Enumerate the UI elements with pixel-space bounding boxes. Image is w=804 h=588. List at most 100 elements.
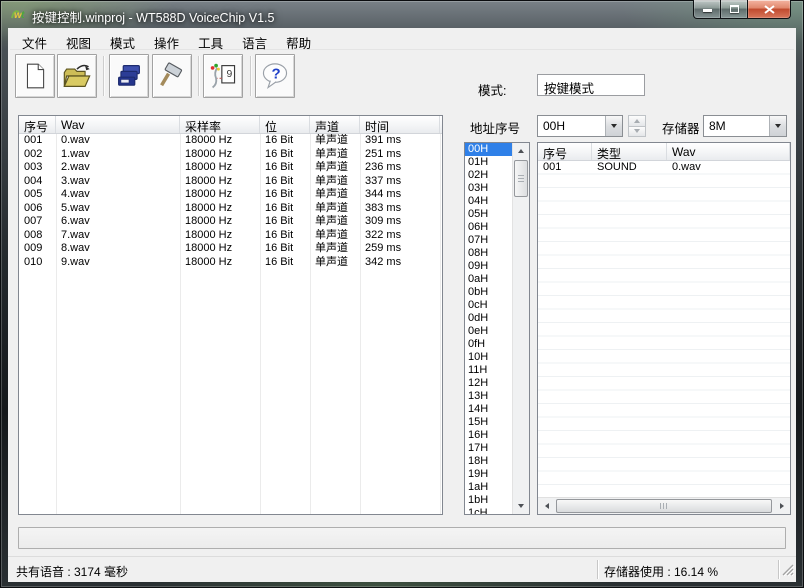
address-item[interactable]: 18H xyxy=(465,455,512,468)
address-item[interactable]: 12H xyxy=(465,377,512,390)
menu-item[interactable]: 视图 xyxy=(59,30,98,50)
wav-row[interactable]: 007 6.wav 18000 Hz 16 Bit 单声道 309 ms xyxy=(19,215,442,229)
column-header[interactable]: 序号 xyxy=(538,143,592,160)
address-item[interactable]: 1bH xyxy=(465,494,512,507)
build-button[interactable] xyxy=(152,54,192,98)
chevron-down-icon[interactable] xyxy=(769,116,786,136)
address-item[interactable]: 02H xyxy=(465,169,512,182)
wav-row[interactable]: 005 4.wav 18000 Hz 16 Bit 单声道 344 ms xyxy=(19,188,442,202)
status-bar: 共有语音 : 3174 毫秒 存储器使用 : 16.14 % xyxy=(8,556,796,582)
address-item[interactable]: 0cH xyxy=(465,299,512,312)
address-item[interactable]: 01H xyxy=(465,156,512,169)
address-item[interactable]: 17H xyxy=(465,442,512,455)
spin-up-icon xyxy=(634,119,640,123)
address-item[interactable]: 06H xyxy=(465,221,512,234)
svg-text:9: 9 xyxy=(226,69,232,80)
voice-table-hscrollbar[interactable] xyxy=(538,497,790,514)
resize-grip-icon xyxy=(781,563,794,576)
address-item[interactable]: 11H xyxy=(465,364,512,377)
address-item[interactable]: 15H xyxy=(465,416,512,429)
address-item[interactable]: 08H xyxy=(465,247,512,260)
scrollbar-thumb[interactable] xyxy=(514,160,528,197)
address-item[interactable]: 1aH xyxy=(465,481,512,494)
address-item[interactable]: 16H xyxy=(465,429,512,442)
address-item[interactable]: 14H xyxy=(465,403,512,416)
maximize-button[interactable] xyxy=(720,0,748,19)
scroll-right-button[interactable] xyxy=(773,498,790,514)
address-item[interactable]: 1cH xyxy=(465,507,512,514)
menu-item[interactable]: 语言 xyxy=(235,30,274,50)
scroll-down-button[interactable] xyxy=(513,498,529,514)
column-header[interactable]: 类型 xyxy=(592,143,667,160)
address-item[interactable]: 07H xyxy=(465,234,512,247)
menu-item[interactable]: 工具 xyxy=(191,30,230,50)
download-chip-button[interactable]: 9 xyxy=(203,54,243,98)
address-list: 00H01H02H03H04H05H06H07H08H09H0aH0bH0cH0… xyxy=(465,143,512,514)
wav-row[interactable]: 008 7.wav 18000 Hz 16 Bit 单声道 322 ms xyxy=(19,229,442,243)
address-scrollbar[interactable] xyxy=(512,143,529,514)
address-item[interactable]: 00H xyxy=(465,143,512,156)
wav-row[interactable]: 006 5.wav 18000 Hz 16 Bit 单声道 383 ms xyxy=(19,202,442,216)
wav-row[interactable]: 002 1.wav 18000 Hz 16 Bit 单声道 251 ms xyxy=(19,148,442,162)
address-item[interactable]: 05H xyxy=(465,208,512,221)
column-header[interactable]: 采样率 xyxy=(180,116,260,133)
memory-combobox[interactable]: 8M xyxy=(703,115,787,137)
address-item[interactable]: 0bH xyxy=(465,286,512,299)
scroll-up-button[interactable] xyxy=(513,143,529,159)
open-project-button[interactable] xyxy=(57,54,97,98)
address-item[interactable]: 0dH xyxy=(465,312,512,325)
spin-down-button[interactable] xyxy=(628,127,646,138)
address-item[interactable]: 0fH xyxy=(465,338,512,351)
cell-wav: 3.wav xyxy=(56,175,180,189)
address-item[interactable]: 19H xyxy=(465,468,512,481)
address-item[interactable]: 10H xyxy=(465,351,512,364)
address-item[interactable]: 13H xyxy=(465,390,512,403)
scroll-left-icon xyxy=(545,503,549,509)
address-item[interactable]: 0eH xyxy=(465,325,512,338)
cell-channel: 单声道 xyxy=(310,188,360,202)
wav-row[interactable]: 009 8.wav 18000 Hz 16 Bit 单声道 259 ms xyxy=(19,242,442,256)
cell-index: 007 xyxy=(19,215,56,229)
column-header[interactable]: Wav xyxy=(56,116,180,133)
svg-text:t: t xyxy=(21,10,25,21)
mode-value: 按键模式 xyxy=(544,82,594,96)
cell-duration: 391 ms xyxy=(360,134,440,148)
scroll-left-button[interactable] xyxy=(538,498,555,514)
toolbar-separator xyxy=(198,56,200,96)
minimize-button[interactable] xyxy=(693,0,721,19)
progress-strip xyxy=(18,527,786,549)
hscrollbar-thumb[interactable] xyxy=(556,499,772,513)
close-button[interactable] xyxy=(747,0,791,19)
column-header[interactable]: 位 xyxy=(260,116,310,133)
help-button[interactable]: ? xyxy=(255,54,295,98)
address-item[interactable]: 0aH xyxy=(465,273,512,286)
chip-list-button[interactable] xyxy=(109,54,149,98)
wav-row[interactable]: 010 9.wav 18000 Hz 16 Bit 单声道 342 ms xyxy=(19,256,442,270)
cell-index: 009 xyxy=(19,242,56,256)
column-header[interactable]: 时间 xyxy=(360,116,440,133)
column-header[interactable]: 声道 xyxy=(310,116,360,133)
wav-row[interactable]: 003 2.wav 18000 Hz 16 Bit 单声道 236 ms xyxy=(19,161,442,175)
new-file-button[interactable] xyxy=(15,54,55,98)
chevron-down-icon[interactable] xyxy=(605,116,622,136)
scroll-right-icon xyxy=(780,503,784,509)
cell-index: 005 xyxy=(19,188,56,202)
menu-item[interactable]: 文件 xyxy=(15,30,54,50)
spin-up-button[interactable] xyxy=(628,115,646,127)
title-bar[interactable]: w t 按键控制.winproj - WT588D VoiceChip V1.5 xyxy=(0,0,804,28)
column-header[interactable]: Wav xyxy=(667,143,790,160)
address-item[interactable]: 03H xyxy=(465,182,512,195)
wav-row[interactable]: 001 0.wav 18000 Hz 16 Bit 单声道 391 ms xyxy=(19,134,442,148)
menu-item[interactable]: 操作 xyxy=(147,30,186,50)
cell-index: 001 xyxy=(538,161,592,175)
address-item[interactable]: 09H xyxy=(465,260,512,273)
address-item[interactable]: 04H xyxy=(465,195,512,208)
menu-item[interactable]: 帮助 xyxy=(279,30,318,50)
menu-item[interactable]: 模式 xyxy=(103,30,142,50)
voice-row[interactable]: 001 SOUND 0.wav xyxy=(538,161,790,175)
mode-field[interactable]: 按键模式 xyxy=(537,74,645,96)
resize-grip[interactable] xyxy=(781,563,794,579)
column-header[interactable]: 序号 xyxy=(19,116,56,133)
wav-row[interactable]: 004 3.wav 18000 Hz 16 Bit 单声道 337 ms xyxy=(19,175,442,189)
address-combobox[interactable]: 00H xyxy=(537,115,623,137)
